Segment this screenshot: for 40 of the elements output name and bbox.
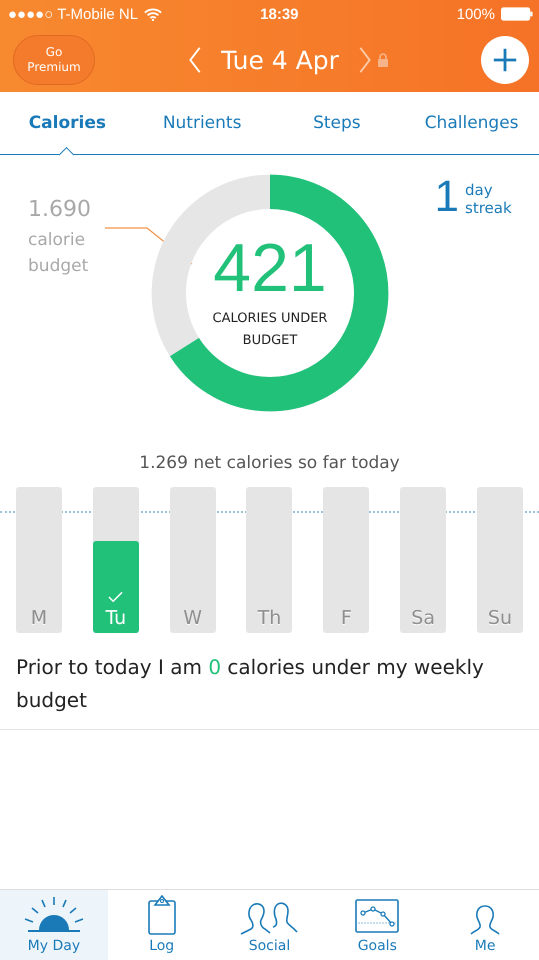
budget-value: 1.690 xyxy=(28,197,92,222)
day-label: Th xyxy=(258,607,282,629)
weekly-budget-text: Prior to today I am 0 calories under my weekly budget xyxy=(16,654,485,714)
day-bar[interactable]: Su xyxy=(476,487,523,633)
battery-text: 100% xyxy=(456,6,495,22)
nav-tab[interactable]: Me xyxy=(431,890,539,960)
day-bar[interactable]: Th xyxy=(246,487,292,633)
nav-tab[interactable]: Social xyxy=(216,890,324,960)
budget-label: calorie budget xyxy=(28,229,90,278)
add-button[interactable] xyxy=(481,36,529,84)
day-bar[interactable]: W xyxy=(170,487,216,633)
streak-label: day streak xyxy=(465,181,513,217)
day-label: F xyxy=(340,607,352,629)
day-label: Tu xyxy=(105,607,126,629)
day-bar[interactable]: M xyxy=(16,487,62,633)
day-bar[interactable]: Sa xyxy=(400,487,446,633)
nav-tab[interactable]: My Day xyxy=(0,890,108,960)
date-title: Tue 4 Apr xyxy=(221,46,339,74)
remaining-label: CALORIES UNDER BUDGET xyxy=(212,310,328,350)
day-bar[interactable]: F xyxy=(323,487,370,633)
calories-remaining: 421 xyxy=(213,234,327,302)
battery-icon xyxy=(501,7,533,21)
clock-text: 18:39 xyxy=(259,6,300,22)
tab[interactable]: Nutrients xyxy=(134,92,270,154)
day-bar[interactable]: Tu xyxy=(92,487,139,633)
nav-tab[interactable]: Log xyxy=(108,890,216,960)
day-label: Su xyxy=(488,607,512,629)
go-premium-button[interactable]: Go Premium xyxy=(13,35,95,85)
day-label: Sa xyxy=(411,607,435,629)
day-label: M xyxy=(30,607,48,629)
nav-tab[interactable]: Goals xyxy=(323,890,432,960)
wifi-icon xyxy=(144,8,162,20)
streak-number: 1 xyxy=(434,175,459,219)
net-calories-text: 1.269 net calories so far today xyxy=(138,453,401,473)
day-label: W xyxy=(183,607,202,629)
sunrise-icon xyxy=(22,895,86,935)
carrier-text: ●●●●○ T-Mobile NL xyxy=(8,6,138,22)
tab[interactable]: Challenges xyxy=(404,92,539,154)
plus-icon xyxy=(491,46,519,74)
tab[interactable]: Steps xyxy=(270,92,404,154)
